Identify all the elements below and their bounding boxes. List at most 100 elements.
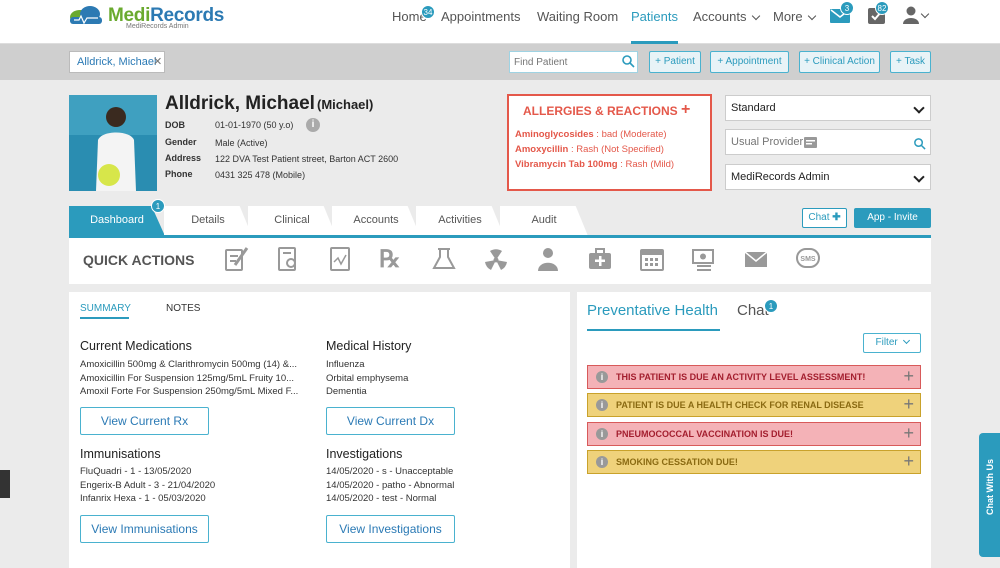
preventative-tab-indicator [587,329,720,331]
info-icon: i [596,428,608,440]
patient-name: Alldrick, Michael [165,93,315,114]
info-icon: i [596,456,608,468]
health-alert[interactable]: i PATIENT IS DUE A HEALTH CHECK FOR RENAL… [587,393,921,417]
filter-button[interactable]: Filter [863,333,921,353]
view-investigations-button[interactable]: View Investigations [326,515,455,543]
history-item: Orbital emphysema [326,373,409,384]
immunisation-item: Engerix-B Adult - 3 - 21/04/2020 [80,480,216,491]
history-item: Influenza [326,359,365,370]
usual-provider-input[interactable] [725,129,931,155]
plus-icon[interactable]: + [903,450,914,472]
search-icon[interactable] [913,137,926,150]
immunisations-title: Immunisations [80,447,161,461]
current-medications-title: Current Medications [80,339,192,353]
allergy-item[interactable]: Vibramycin Tab 100mg : Rash (Mild) [515,159,674,170]
referral-icon[interactable] [275,245,301,273]
tasks-badge: 82 [875,1,889,15]
find-patient-input[interactable] [509,51,638,73]
phone-label: Phone [165,169,193,179]
provider-card-icon [804,137,817,148]
immunisation-item: Infanrix Hexa - 1 - 05/03/2020 [80,493,206,504]
history-item: Dementia [326,386,367,397]
tab-summary[interactable]: SUMMARY [80,303,131,314]
cloud-logo-icon [70,6,102,25]
immunisation-item: FluQuadri - 1 - 13/05/2020 [80,466,192,477]
search-icon[interactable] [621,54,635,68]
document-icon[interactable] [327,245,353,273]
investigation-item: 14/05/2020 - patho - Abnormal [326,480,455,491]
mail-icon[interactable] [743,245,769,273]
tab-accounts[interactable]: Accounts [332,206,420,236]
medical-kit-icon[interactable] [587,245,613,273]
tab-notes[interactable]: NOTES [166,303,200,314]
mail-badge: 3 [840,1,854,15]
nav-appointments[interactable]: Appointments [441,9,521,29]
tab-audit[interactable]: Audit [500,206,588,236]
summary-tab-indicator [80,317,129,319]
investigation-item: 14/05/2020 - s - Unacceptable [326,466,454,477]
tab-activities[interactable]: Activities [416,206,504,236]
app-invite-button[interactable]: App - Invite [854,208,931,228]
tab-preventative-health[interactable]: Preventative Health [587,302,718,319]
allergy-item[interactable]: Aminoglycosides : bad (Moderate) [515,129,667,140]
view-current-dx-button[interactable]: View Current Dx [326,407,455,435]
radiology-icon[interactable] [483,245,509,273]
calendar-icon[interactable] [639,245,665,273]
tab-clinical[interactable]: Clinical [248,206,336,236]
add-clinical-action-button[interactable]: + Clinical Action [799,51,880,73]
chevron-down-icon [913,102,925,114]
gender-label: Gender [165,137,197,147]
sms-icon[interactable]: SMS [795,245,821,273]
billing-type-select[interactable]: Standard [725,95,931,121]
health-alert[interactable]: i SMOKING CESSATION DUE! + [587,450,921,474]
plus-icon[interactable]: + [903,365,914,387]
chat-badge: 1 [764,299,778,313]
add-appointment-button[interactable]: + Appointment [710,51,789,73]
dashboard-badge: 1 [151,199,165,213]
info-icon[interactable]: i [306,118,320,132]
pathology-icon[interactable] [431,245,457,273]
info-icon: i [596,371,608,383]
add-task-button[interactable]: + Task [890,51,931,73]
side-toggle-handle[interactable] [0,470,10,498]
home-badge: 34 [421,5,435,19]
plus-icon[interactable]: + [903,393,914,415]
practitioner-select[interactable]: MediRecords Admin [725,164,931,190]
view-current-rx-button[interactable]: View Current Rx [80,407,209,435]
nav-patients[interactable]: Patients [631,9,678,29]
allergies-title: ALLERGIES & REACTIONS [523,104,678,118]
chat-button[interactable]: Chat ✚ [802,208,847,228]
info-icon: i [596,399,608,411]
medication-item: Amoxil Forte For Suspension 250mg/5mL Mi… [80,386,299,397]
chevron-down-icon [751,11,761,21]
user-avatar-icon[interactable] [903,6,919,24]
medication-item: Amoxicillin For Suspension 125mg/5mL Fru… [80,373,295,384]
patient-nickname: (Michael) [317,97,374,112]
address-value: 122 DVA Test Patient street, Barton ACT … [215,154,399,164]
gender-value: Male (Active) [215,138,268,148]
plus-icon: ✚ [832,212,841,223]
nav-more[interactable]: More [773,9,817,29]
health-alert[interactable]: i THIS PATIENT IS DUE AN ACTIVITY LEVEL A… [587,365,921,389]
prescription-icon[interactable]: ℞ [379,245,405,273]
plus-icon[interactable]: + [903,422,914,444]
open-patient-tab[interactable]: Alldrick, Michael [69,51,165,73]
chevron-down-icon [913,171,925,183]
chevron-down-icon [808,11,817,21]
quick-actions-title: QUICK ACTIONS [83,252,195,268]
note-icon[interactable] [223,245,249,273]
close-icon[interactable]: ✕ [153,55,162,68]
allergy-item[interactable]: Amoxycillin : Rash (Not Specified) [515,144,664,155]
billing-icon[interactable] [691,245,717,273]
view-immunisations-button[interactable]: View Immunisations [80,515,209,543]
tab-dashboard[interactable]: Dashboard [69,206,165,236]
tab-details[interactable]: Details [164,206,252,236]
nav-accounts[interactable]: Accounts [693,9,761,29]
doctor-icon[interactable] [535,245,561,273]
health-alert[interactable]: i PNEUMOCOCCAL VACCINATION IS DUE! + [587,422,921,446]
medication-item: Amoxicillin 500mg & Clarithromycin 500mg… [80,359,297,370]
nav-waiting-room[interactable]: Waiting Room [537,9,618,29]
medical-history-title: Medical History [326,339,412,353]
add-patient-button[interactable]: + Patient [649,51,701,73]
add-allergy-icon[interactable]: + [681,101,690,119]
